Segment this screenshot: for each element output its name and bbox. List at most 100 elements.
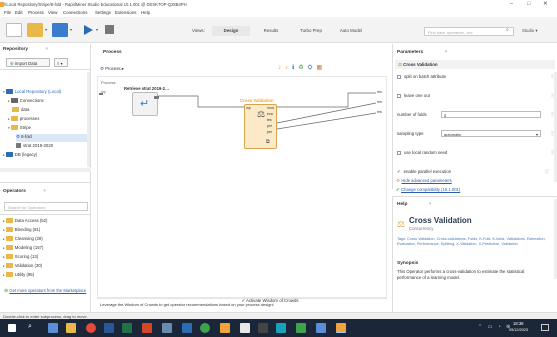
- app-icon[interactable]: [162, 323, 172, 333]
- app-icon[interactable]: [296, 323, 306, 333]
- search-taskbar-icon[interactable]: ⌕: [28, 323, 32, 331]
- repository-actions-button[interactable]: ≡ ▾: [54, 58, 68, 67]
- toolbar: ▾ ▾ ▾ Views: Design Results Turbo Prep A…: [0, 17, 557, 43]
- close-tab-icon[interactable]: ×: [43, 189, 46, 194]
- database-icon: [5, 152, 13, 158]
- process-canvas[interactable]: Process inp Retrieve strat 2019-2… ↵ Cro…: [97, 76, 387, 298]
- op-category-utility[interactable]: ▸ Utility (95): [3, 272, 89, 280]
- run-dropdown-icon[interactable]: ▾: [96, 27, 98, 32]
- chevron-right-icon: ▸: [3, 153, 5, 157]
- rapidminer-taskbar-icon[interactable]: [336, 323, 346, 333]
- word-icon[interactable]: [104, 323, 114, 333]
- tree-db[interactable]: ▸ DB (legacy): [3, 152, 89, 160]
- excel-icon[interactable]: [122, 323, 132, 333]
- chevron-down-icon: ▾: [535, 132, 538, 137]
- minimize-button[interactable]: –: [510, 1, 513, 7]
- open-dropdown-icon[interactable]: ▾: [45, 27, 47, 32]
- menu-bar: File Edit Process View Connections Setti…: [0, 9, 557, 17]
- param-split-batch[interactable]: split on batch attribute ⓘ: [397, 74, 555, 84]
- menu-file[interactable]: File: [4, 10, 11, 15]
- tree-connections[interactable]: ▸ Connections: [8, 98, 88, 106]
- sampling-select[interactable]: automatic ▾: [441, 130, 541, 137]
- tab-turbo-prep[interactable]: Turbo Prep: [292, 26, 330, 36]
- app-icon[interactable]: [200, 323, 210, 333]
- app-icon[interactable]: [220, 323, 230, 333]
- close-button[interactable]: ✕: [543, 1, 548, 7]
- tree-8-fold[interactable]: ⚙ 8-fold: [16, 134, 88, 142]
- op-category-data-access[interactable]: ▸ Data Access (52): [3, 218, 89, 226]
- op-category-scoring[interactable]: ▸ Scoring (13): [3, 254, 89, 262]
- system-tray[interactable]: ⌃ ▭ ◔ ⊛: [478, 324, 512, 330]
- tree-processes[interactable]: ▸ processes: [8, 116, 88, 124]
- checkbox[interactable]: [397, 74, 401, 79]
- menu-connections[interactable]: Connections: [63, 10, 87, 15]
- import-data-button[interactable]: ⊕ Import Data: [6, 58, 50, 67]
- app-icon[interactable]: [182, 323, 192, 333]
- run-process-icon[interactable]: [84, 25, 93, 35]
- tree-local-repository[interactable]: ▾ Local Repository (Local): [3, 89, 89, 97]
- user-menu[interactable]: Studio ▾: [522, 28, 538, 34]
- powerpoint-icon[interactable]: [142, 323, 152, 333]
- close-tab-icon[interactable]: ×: [45, 47, 48, 52]
- auto-wire2-icon[interactable]: ♪: [285, 65, 292, 71]
- menu-view[interactable]: View: [48, 10, 57, 15]
- op-category-modeling[interactable]: ▸ Modeling (157): [3, 245, 89, 253]
- settings-icon: ⚙: [396, 178, 401, 183]
- grid-icon[interactable]: ▦: [316, 65, 326, 71]
- marketplace-link[interactable]: ⊕ Get more operators from the Marketplac…: [4, 288, 88, 294]
- help-tags[interactable]: Tags: Cross Validation, Cross-validation…: [397, 237, 549, 247]
- maximize-button[interactable]: □: [527, 1, 530, 7]
- save-dropdown-icon[interactable]: ▾: [70, 27, 72, 32]
- chrome-icon[interactable]: [86, 323, 96, 333]
- menu-process[interactable]: Process: [28, 10, 44, 15]
- file-explorer-icon[interactable]: [66, 323, 76, 333]
- operator-search-input[interactable]: Search for Operators: [4, 202, 88, 211]
- open-process-button[interactable]: [27, 23, 43, 37]
- op-category-validation[interactable]: ▸ Validation (30): [3, 263, 89, 271]
- checkbox[interactable]: [397, 150, 401, 155]
- search-icon[interactable]: ⌕: [506, 27, 509, 33]
- param-local-seed[interactable]: use local random seed ⓘ: [397, 150, 555, 160]
- app-icon[interactable]: [316, 323, 326, 333]
- task-view-icon[interactable]: [48, 323, 58, 333]
- process-breadcrumb[interactable]: ⚙ Process ▸: [100, 66, 124, 72]
- order-icon[interactable]: ♻: [298, 65, 307, 71]
- global-search-input[interactable]: Find data, operators...etc: [424, 27, 514, 36]
- checkbox[interactable]: [397, 93, 401, 98]
- stop-process-icon[interactable]: [105, 25, 114, 34]
- new-process-button[interactable]: [6, 23, 22, 37]
- title-bar: //Local Repository/Stripe/8-fold - Rapid…: [0, 0, 557, 9]
- app-icon[interactable]: [240, 323, 250, 333]
- folds-input[interactable]: 5: [441, 111, 541, 118]
- menu-settings[interactable]: Settings: [95, 10, 111, 15]
- checkbox-checked-icon[interactable]: ✔: [397, 169, 401, 174]
- auto-wire-icon[interactable]: ♪: [278, 65, 285, 71]
- hide-advanced-link[interactable]: ⚙ Hide advanced parameters: [396, 178, 452, 184]
- menu-extensions[interactable]: Extensions: [115, 10, 136, 15]
- tab-auto-model[interactable]: Auto Model: [332, 26, 370, 36]
- windows-start-icon[interactable]: [8, 324, 16, 332]
- conn-retrieve-cv: [158, 95, 244, 108]
- op-category-cleansing[interactable]: ▸ Cleansing (28): [3, 236, 89, 244]
- repository-hscrollbar[interactable]: [0, 168, 91, 172]
- tree-stripe[interactable]: ▾ Stripe: [8, 125, 88, 133]
- op-category-blending[interactable]: ▸ Blending (81): [3, 227, 89, 235]
- param-leave-one-out[interactable]: leave one out ⓘ: [397, 93, 555, 103]
- menu-help[interactable]: Help: [141, 10, 150, 15]
- tree-data[interactable]: data: [12, 107, 88, 115]
- app-icon[interactable]: [276, 323, 286, 333]
- notification-icon[interactable]: [541, 324, 549, 331]
- repository-scrollbar[interactable]: [87, 72, 90, 167]
- info-icon[interactable]: ⓘ: [545, 169, 549, 175]
- tab-design[interactable]: Design: [212, 26, 250, 36]
- tree-strat[interactable]: strat 2019-2020: [16, 143, 88, 151]
- tab-results[interactable]: Results: [252, 26, 290, 36]
- close-tab-icon[interactable]: ×: [429, 202, 432, 207]
- change-compatibility-link[interactable]: ✔ Change compatibility (10.1.001): [396, 187, 460, 193]
- folder-icon: [5, 272, 13, 278]
- activate-wisdom-button[interactable]: ✔ Activate Wisdom of Crowds: [200, 298, 340, 308]
- menu-edit[interactable]: Edit: [15, 10, 23, 15]
- close-tab-icon[interactable]: ×: [444, 50, 447, 55]
- app-icon[interactable]: [258, 323, 268, 333]
- save-process-button[interactable]: [52, 23, 68, 37]
